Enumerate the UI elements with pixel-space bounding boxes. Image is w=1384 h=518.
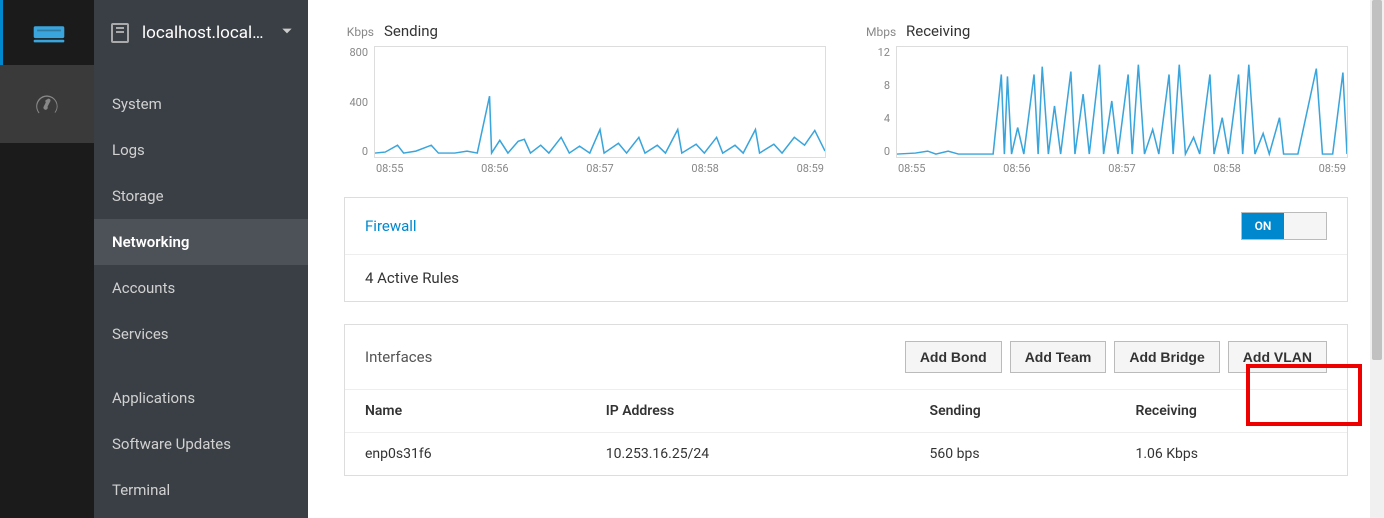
chart-receiving-title: Receiving [906, 22, 970, 40]
col-receiving: Receiving [1115, 390, 1347, 433]
chart-sending-xaxis: 08:55 08:56 08:57 08:58 08:59 [374, 162, 826, 175]
cell-ip: 10.253.16.25/24 [586, 433, 910, 476]
add-team-button[interactable]: Add Team [1010, 341, 1107, 373]
server-icon[interactable] [0, 0, 94, 65]
add-vlan-button[interactable]: Add VLAN [1228, 341, 1327, 373]
chart-sending-title: Sending [384, 22, 438, 40]
chart-sending-plot [374, 46, 826, 158]
chart-sending-yaxis: 800 400 0 [344, 46, 374, 158]
sidebar-item-logs[interactable]: Logs [94, 127, 308, 173]
chart-sending: Kbps Sending 800 400 0 [344, 22, 826, 175]
sidebar-item-software-updates[interactable]: Software Updates [94, 421, 308, 467]
table-row[interactable]: enp0s31f6 10.253.16.25/24 560 bps 1.06 K… [345, 433, 1347, 476]
dashboard-icon[interactable] [0, 65, 94, 143]
sidebar-item-system[interactable]: System [94, 81, 308, 127]
main-content: Kbps Sending 800 400 0 [308, 0, 1384, 518]
icon-sidebar [0, 0, 94, 518]
firewall-toggle[interactable]: ON [1241, 212, 1327, 240]
sidebar-item-services[interactable]: Services [94, 311, 308, 357]
firewall-link[interactable]: Firewall [365, 217, 417, 235]
interfaces-panel: Interfaces Add Bond Add Team Add Bridge … [344, 324, 1348, 476]
chart-receiving-plot [896, 46, 1348, 158]
interfaces-table: Name IP Address Sending Receiving enp0s3… [345, 390, 1347, 475]
sidebar-item-applications[interactable]: Applications [94, 375, 308, 421]
chart-sending-unit: Kbps [344, 25, 374, 39]
chart-receiving-yaxis: 12 8 4 0 [866, 46, 896, 158]
chevron-down-icon [280, 24, 294, 42]
firewall-toggle-on: ON [1242, 213, 1284, 239]
hostname-label: localhost.local… [142, 23, 270, 43]
add-bridge-button[interactable]: Add Bridge [1114, 341, 1219, 373]
col-ip: IP Address [586, 390, 910, 433]
interfaces-title: Interfaces [365, 348, 432, 366]
sidebar-item-accounts[interactable]: Accounts [94, 265, 308, 311]
chart-receiving-xaxis: 08:55 08:56 08:57 08:58 08:59 [896, 162, 1348, 175]
sidebar-item-storage[interactable]: Storage [94, 173, 308, 219]
host-selector[interactable]: localhost.local… [94, 0, 308, 65]
col-name: Name [345, 390, 586, 433]
sidebar-item-networking[interactable]: Networking [94, 219, 308, 265]
scrollbar[interactable] [1370, 0, 1384, 518]
firewall-toggle-off [1284, 213, 1326, 239]
sidebar-item-terminal[interactable]: Terminal [94, 467, 308, 513]
firewall-rules-text: 4 Active Rules [365, 269, 459, 287]
add-bond-button[interactable]: Add Bond [905, 341, 1002, 373]
chart-receiving: Mbps Receiving 12 8 4 0 [866, 22, 1348, 175]
sidebar-nav: System Logs Storage Networking Accounts … [94, 65, 308, 513]
cell-receiving: 1.06 Kbps [1115, 433, 1347, 476]
col-sending: Sending [910, 390, 1116, 433]
chart-receiving-unit: Mbps [866, 25, 896, 39]
cell-name: enp0s31f6 [345, 433, 586, 476]
cell-sending: 560 bps [910, 433, 1116, 476]
sidebar: localhost.local… System Logs Storage Net… [94, 0, 308, 518]
firewall-panel: Firewall ON 4 Active Rules [344, 197, 1348, 302]
